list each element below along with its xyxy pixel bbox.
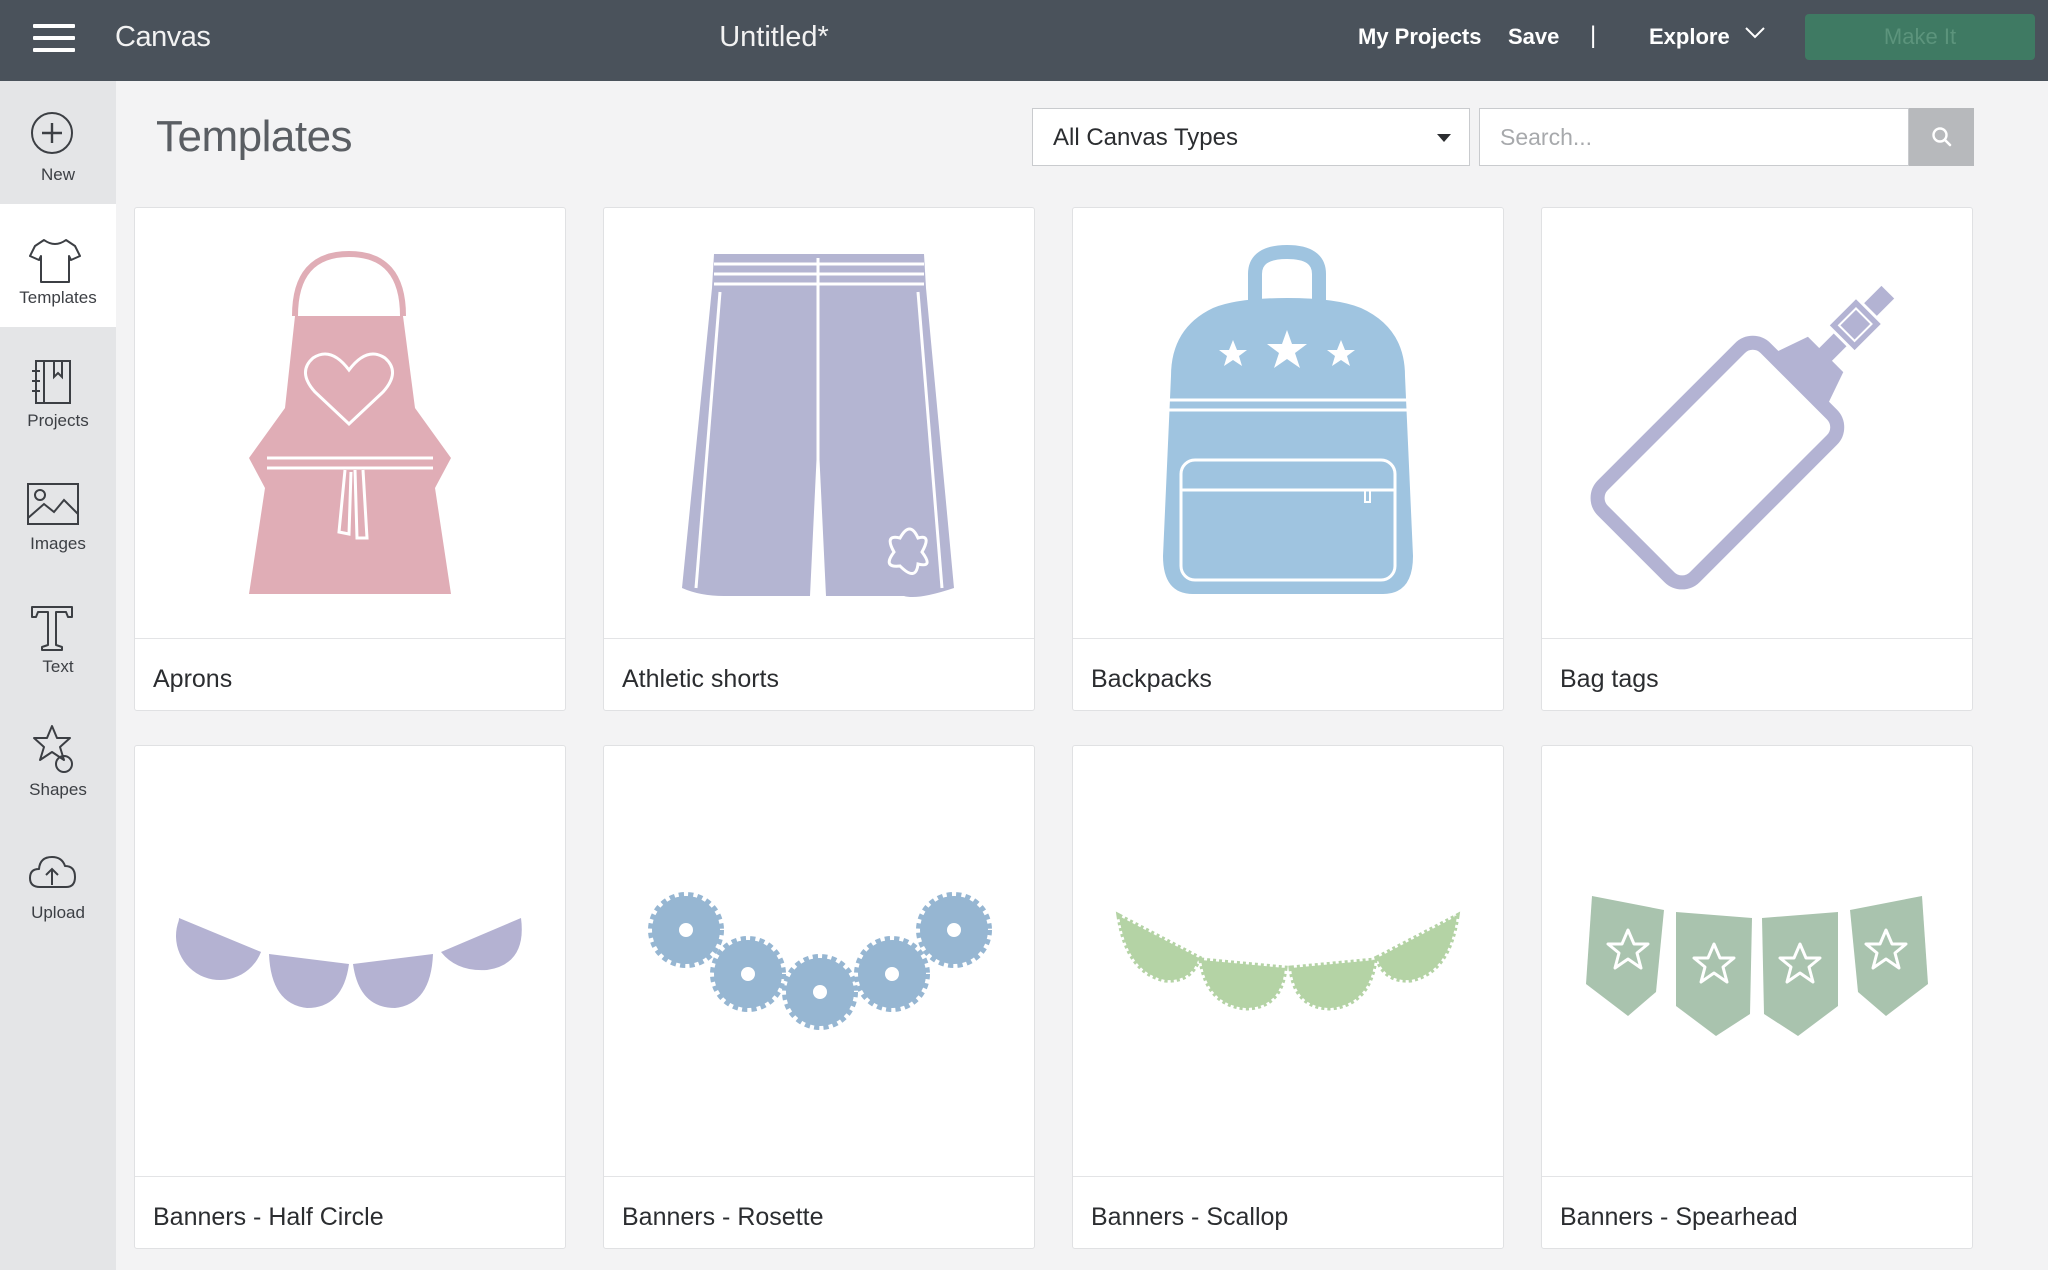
banner-rosette-icon (648, 892, 992, 1030)
sidebar-label-text: Text (42, 657, 74, 676)
sidebar-label-templates: Templates (19, 288, 97, 307)
apron-icon (249, 250, 451, 594)
chevron-down-icon[interactable] (1744, 26, 1766, 40)
make-it-button[interactable]: Make It (1805, 14, 2035, 60)
sidebar-label-upload: Upload (31, 903, 85, 922)
save-link[interactable]: Save (1508, 24, 1559, 50)
card-divider (135, 638, 565, 639)
sidebar-label-shapes: Shapes (29, 780, 87, 799)
template-card-label: Banners - Rosette (622, 1203, 824, 1231)
template-card-banners-scallop[interactable]: Banners - Scallop (1072, 745, 1504, 1249)
athletic-shorts-icon (682, 254, 954, 597)
tshirt-icon (29, 239, 81, 283)
canvas-type-select[interactable]: All Canvas Types (1032, 108, 1470, 166)
template-card-banners-rosette[interactable]: Banners - Rosette (603, 745, 1035, 1249)
caret-down-icon (1437, 134, 1451, 142)
my-projects-link[interactable]: My Projects (1358, 24, 1482, 50)
backpack-icon (1163, 244, 1413, 594)
sidebar-item-upload[interactable]: Upload (0, 819, 116, 942)
template-card-label: Backpacks (1091, 665, 1212, 693)
sidebar-label-projects: Projects (27, 411, 89, 430)
template-card-banners-half-circle[interactable]: Banners - Half Circle (134, 745, 566, 1249)
sidebar-item-shapes[interactable]: Shapes (0, 696, 116, 819)
plus-circle-icon (31, 112, 73, 154)
template-card-label: Banners - Half Circle (153, 1203, 384, 1231)
template-card-label: Banners - Scallop (1091, 1203, 1289, 1231)
sidebar-label-images: Images (30, 534, 86, 553)
sidebar-label-new: New (40, 165, 75, 184)
template-card-label: Banners - Spearhead (1560, 1203, 1798, 1231)
template-card-label: Athletic shorts (622, 665, 780, 693)
sidebar-item-text[interactable]: Text (0, 573, 116, 696)
card-divider (1073, 1176, 1503, 1177)
search-input[interactable] (1479, 108, 1909, 166)
sidebar-item-images[interactable]: Images (0, 450, 116, 573)
cloud-upload-icon (29, 856, 76, 888)
template-card-label: Aprons (153, 665, 233, 693)
template-card-label: Bag tags (1560, 665, 1659, 693)
shapes-icon (33, 725, 73, 773)
bag-tag-icon (1590, 285, 1895, 590)
card-divider (604, 638, 1034, 639)
template-card-athletic-shorts[interactable]: Athletic shorts (603, 207, 1035, 711)
image-icon (27, 483, 79, 525)
template-card-aprons[interactable]: Aprons (134, 207, 566, 711)
card-divider (135, 1176, 565, 1177)
text-icon (31, 606, 73, 651)
banner-half-circle-icon (175, 918, 522, 1008)
book-icon (32, 360, 71, 404)
template-card-bag-tags[interactable]: Bag tags (1541, 207, 1973, 711)
sidebar-item-projects[interactable]: Projects (0, 327, 116, 450)
document-title[interactable]: Untitled* (0, 21, 1548, 54)
card-divider (1542, 1176, 1972, 1177)
banner-spearhead-icon (1586, 896, 1928, 1036)
sidebar: New Templates Projects Images Text Shape… (0, 81, 116, 1270)
sidebar-item-new[interactable]: New (0, 81, 116, 204)
canvas-type-selected: All Canvas Types (1053, 124, 1238, 151)
card-divider (1073, 638, 1503, 639)
template-card-backpacks[interactable]: Backpacks (1072, 207, 1504, 711)
top-bar: Canvas Untitled* My Projects Save | Expl… (0, 0, 2048, 81)
banner-scallop-icon (1115, 911, 1461, 1011)
search-button[interactable] (1909, 108, 1974, 166)
card-divider (604, 1176, 1034, 1177)
template-card-banners-spearhead[interactable]: Banners - Spearhead (1541, 745, 1973, 1249)
explore-link[interactable]: Explore (1649, 24, 1730, 50)
sidebar-item-templates[interactable]: Templates (0, 204, 116, 327)
page-title: Templates (156, 112, 353, 161)
search-icon (1932, 127, 1952, 147)
card-divider (1542, 638, 1972, 639)
nav-separator: | (1590, 22, 1597, 49)
